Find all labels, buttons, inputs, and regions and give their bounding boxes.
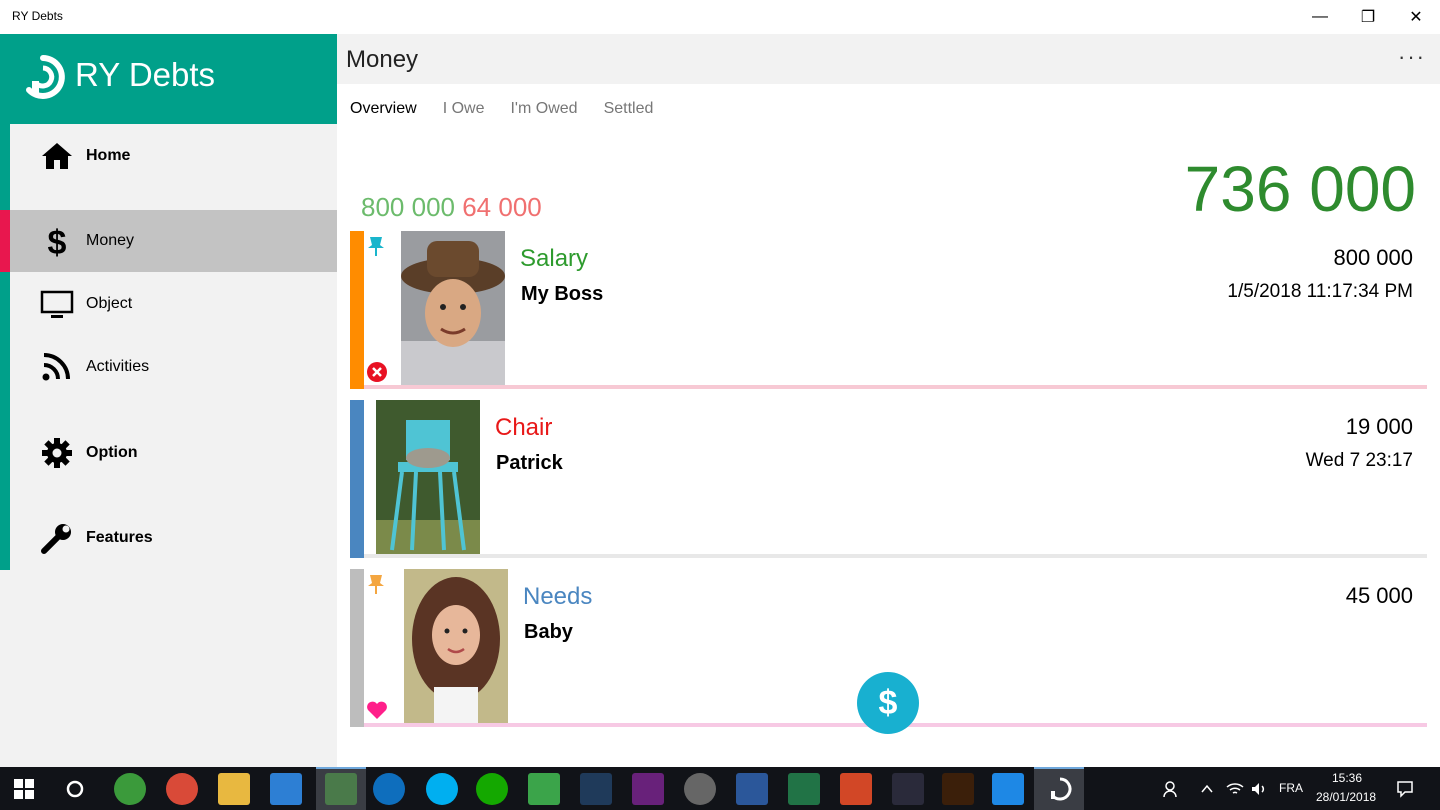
window-title: RY Debts [12,9,63,23]
nav-item-features[interactable]: Features [10,507,337,569]
remote-desktop-icon[interactable] [270,773,302,805]
entry-date: 1/5/2018 11:17:34 PM [1227,281,1413,302]
language-indicator[interactable]: FRA [1279,781,1303,795]
people-icon[interactable] [1163,780,1181,798]
blend-icon[interactable] [992,773,1024,805]
app-logo-icon [26,55,65,99]
nav-item-label: Home [86,147,131,164]
page-header: Money ··· [337,34,1440,84]
gear-icon [42,438,72,468]
entry-color-bar [350,400,364,558]
entry-amount: 800 000 [1333,245,1413,270]
nav-item-object[interactable]: Object [10,273,337,335]
nav-item-label: Object [86,295,133,312]
nav-item-option[interactable]: Option [10,422,337,484]
pin-icon[interactable] [366,235,386,257]
entry-date: Wed 7 23:17 [1305,450,1413,471]
chrome-profile-icon[interactable] [166,773,198,805]
teamviewer-icon[interactable] [373,773,405,805]
entry-color-bar [350,231,364,389]
entry-category: Salary [520,245,589,272]
nav-item-home[interactable]: Home [10,125,337,187]
taskbar: FRA 15:36 28/01/2018 [0,767,1440,810]
entry-photo [404,569,508,727]
cortana-icon[interactable] [65,779,85,799]
powerpoint-icon[interactable] [840,773,872,805]
entry-person: Patrick [496,452,563,474]
add-money-button[interactable]: $ [857,672,919,734]
home-icon [42,143,72,169]
entry-amount: 19 000 [1345,414,1413,439]
nav-item-money[interactable]: $ Money [0,210,337,272]
nav-item-label: Option [86,444,138,461]
close-button[interactable]: ✕ [1392,0,1440,34]
entry-amount: 45 000 [1345,583,1413,608]
entry-divider [364,554,1427,558]
illustrator-icon[interactable] [942,773,974,805]
dollar-icon: $ [48,225,67,257]
clock-time[interactable]: 15:36 [1332,771,1362,785]
entry-card[interactable]: Salary My Boss 800 000 1/5/2018 11:17:34… [350,231,1427,389]
windows-start-icon[interactable] [14,779,34,799]
total-balance: 736 000 [1184,153,1416,225]
tab-i-owe[interactable]: I Owe [443,100,485,118]
entry-divider [364,385,1427,389]
brand-header: RY Debts [0,34,337,124]
excel-icon[interactable] [788,773,820,805]
entry-category: Chair [495,414,553,441]
skype-icon[interactable] [426,773,458,805]
svg-text:$: $ [48,225,67,257]
nav-item-label: Features [86,529,153,546]
tab-bar: Overview I Owe I'm Owed Settled [350,100,653,118]
ry-debts-taskbar-icon[interactable] [1048,777,1072,801]
heart-icon[interactable] [366,699,388,721]
virtualbox-icon[interactable] [580,773,612,805]
word-icon[interactable] [736,773,768,805]
globe-app-icon[interactable] [684,773,716,805]
title-bar: RY Debts — ❐ ✕ [0,0,1440,34]
active-marker [0,210,10,272]
entry-person: Baby [524,621,573,643]
sidebar-accent-strip [0,124,10,570]
clock-date[interactable]: 28/01/2018 [1316,790,1376,804]
entry-color-bar [350,569,364,727]
entry-card[interactable]: Chair Patrick 19 000 Wed 7 23:17 [350,400,1427,558]
rss-icon [42,353,70,381]
pin-icon[interactable] [366,573,386,595]
tab-im-owed[interactable]: I'm Owed [510,100,577,118]
entry-photo [376,400,480,558]
entry-photo [401,231,505,389]
monitor-icon [40,290,74,318]
volume-icon[interactable] [1250,781,1268,797]
chevron-up-icon[interactable] [1200,782,1214,796]
file-explorer-icon[interactable] [218,773,250,805]
more-options-button[interactable]: ··· [1398,44,1426,70]
notification-icon[interactable] [1396,780,1414,798]
sidebar: RY Debts Home $ Money Object Activities … [0,34,337,767]
remove-icon[interactable] [366,361,388,383]
wifi-icon[interactable] [1226,781,1244,797]
nav-item-label: Activities [86,358,150,375]
minimize-button[interactable]: — [1296,0,1344,34]
entry-category: Needs [523,583,593,610]
nav-item-activities[interactable]: Activities [10,336,337,398]
visual-studio-icon[interactable] [632,773,664,805]
page-title: Money [346,46,419,73]
paint-icon[interactable] [892,773,924,805]
sway-icon[interactable] [528,773,560,805]
restore-button[interactable]: ❐ [1344,0,1392,34]
chrome-icon[interactable] [114,773,146,805]
tab-overview[interactable]: Overview [350,100,417,118]
main-content: Money ··· Overview I Owe I'm Owed Settle… [337,34,1440,767]
wrench-icon [41,524,71,554]
tab-settled[interactable]: Settled [604,100,654,118]
upwork-icon[interactable] [476,773,508,805]
entry-person: My Boss [521,283,604,305]
balance-breakdown: 800 000 64 000 [361,192,542,223]
owed-to-me-sum: 800 000 [361,192,455,222]
store-icon[interactable] [325,773,357,805]
brand-name: RY Debts [75,56,216,93]
nav-item-label: Money [86,232,135,249]
i-owe-sum: 64 000 [462,192,542,222]
